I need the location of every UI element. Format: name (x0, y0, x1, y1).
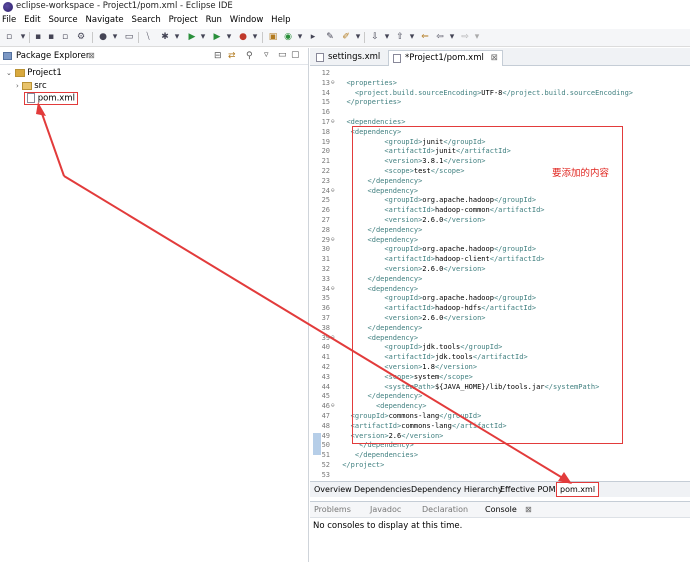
arrow-head (558, 472, 572, 484)
arrow-head (36, 102, 46, 116)
annotation-arrows (36, 102, 572, 484)
arrow-to-pom-file (39, 107, 65, 177)
arrow-to-pom-tab (63, 175, 567, 481)
